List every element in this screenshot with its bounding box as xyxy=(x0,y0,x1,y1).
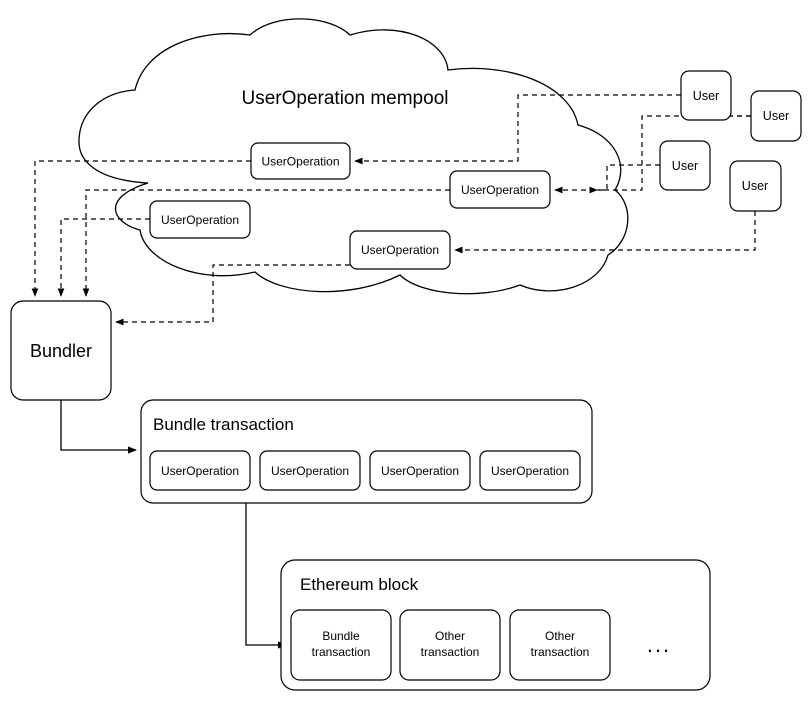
user-2[interactable]: User xyxy=(750,90,802,142)
bundle-operation-2[interactable]: UserOperation xyxy=(259,450,361,491)
bundle-operation-4[interactable]: UserOperation xyxy=(479,450,581,491)
block-transaction-1-line2: transaction xyxy=(312,645,371,659)
user-3-label: User xyxy=(672,159,698,173)
bundle-transaction[interactable]: Bundle transaction UserOperation UserOpe… xyxy=(140,399,593,504)
bundle-operation-1[interactable]: UserOperation xyxy=(149,450,251,491)
block-transaction-1[interactable]: Bundle transaction xyxy=(290,609,392,681)
bundler[interactable]: Bundler xyxy=(10,300,112,401)
bundle-operation-3[interactable]: UserOperation xyxy=(369,450,471,491)
cloud-title: UserOperation mempool xyxy=(242,88,449,109)
block-transaction-1-line1: Bundle xyxy=(322,629,360,643)
block-transaction-2-line1: Other xyxy=(435,629,465,643)
mempool-operation-2[interactable]: UserOperation xyxy=(449,170,551,209)
bundle-transaction-title: Bundle transaction xyxy=(153,415,294,434)
conn-op3-to-bundler xyxy=(57,218,150,297)
mempool-operation-3[interactable]: UserOperation xyxy=(149,200,251,239)
mempool-operation-4[interactable]: UserOperation xyxy=(349,230,451,270)
bundle-operation-4-label: UserOperation xyxy=(491,464,569,478)
ethereum-block-title: Ethereum block xyxy=(300,575,419,594)
bundler-label: Bundler xyxy=(30,341,92,361)
block-transaction-3[interactable]: Other transaction xyxy=(509,609,611,681)
user-2-label: User xyxy=(763,109,789,123)
user-3[interactable]: User xyxy=(659,140,711,191)
mempool-operation-4-label: UserOperation xyxy=(361,243,439,257)
block-transaction-3-line1: Other xyxy=(545,629,575,643)
conn-bundler-to-bundle-transaction xyxy=(60,400,137,454)
bundle-operation-2-label: UserOperation xyxy=(271,464,349,478)
block-transaction-2-line2: transaction xyxy=(421,645,480,659)
user-4[interactable]: User xyxy=(729,160,782,212)
architecture-diagram: UserOperation mempool UserOperation User… xyxy=(10,18,802,691)
user-4-label: User xyxy=(742,179,768,193)
block-transaction-3-line2: transaction xyxy=(531,645,590,659)
bundle-operation-3-label: UserOperation xyxy=(381,464,459,478)
mempool-operation-1[interactable]: UserOperation xyxy=(250,142,351,180)
block-transaction-2[interactable]: Other transaction xyxy=(399,609,501,681)
conn-bundle-transaction-to-block xyxy=(245,503,287,649)
user-1-label: User xyxy=(693,89,719,103)
mempool-operation-2-label: UserOperation xyxy=(461,183,539,197)
bundle-operation-1-label: UserOperation xyxy=(161,464,239,478)
user-1[interactable]: User xyxy=(680,70,732,121)
mempool-operation-1-label: UserOperation xyxy=(261,155,339,169)
mempool-operation-3-label: UserOperation xyxy=(161,213,239,227)
ethereum-block[interactable]: Ethereum block Bundle transaction Other … xyxy=(280,559,711,691)
block-more-ellipsis: ... xyxy=(647,632,671,657)
